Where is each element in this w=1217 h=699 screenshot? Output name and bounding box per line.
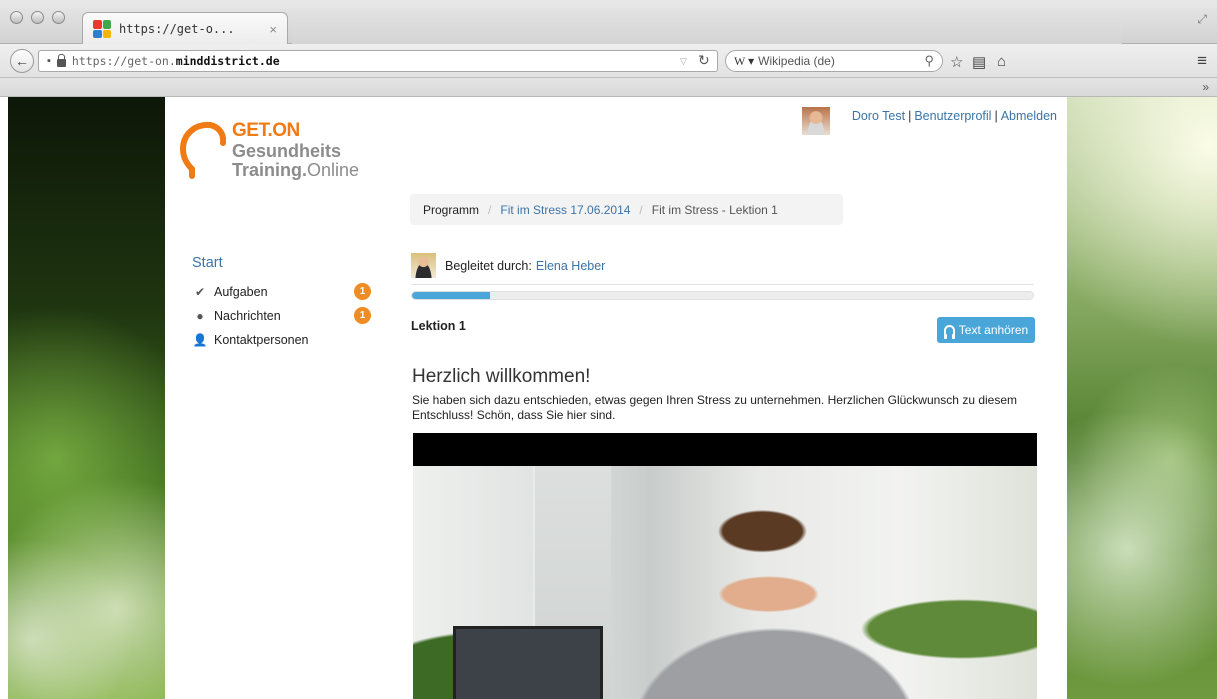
breadcrumb-item-lesson: Fit im Stress - Lektion 1 [651, 202, 778, 217]
chevron-right-icon[interactable]: » [1202, 80, 1209, 94]
guide-label: Begleitet durch: [445, 258, 532, 273]
sidenav-item-aufgaben[interactable]: ✔ Aufgaben 1 [192, 280, 377, 304]
back-button[interactable]: ← [10, 49, 34, 73]
tab-close-icon[interactable]: × [269, 22, 277, 37]
chat-icon: ● [196, 309, 204, 323]
guide-name-link[interactable]: Elena Heber [536, 259, 606, 273]
user-avatar[interactable] [801, 107, 830, 135]
bookmarks-toolbar [0, 78, 1217, 97]
video-frame-image [413, 466, 1037, 699]
minimize-window-button[interactable] [31, 11, 44, 24]
background-grass-left [8, 97, 165, 699]
get-on-logo[interactable]: GET.ON Gesundheits Training.Online [180, 115, 380, 185]
video-background-monitor [453, 626, 603, 699]
url-scheme: https://get-on. [71, 54, 176, 68]
check-icon: ✔ [194, 285, 206, 299]
url-domain: minddistrict.de [175, 54, 280, 68]
breadcrumb-separator: / [639, 202, 643, 217]
breadcrumb-item-programm[interactable]: Programm [423, 203, 479, 217]
fullscreen-icon[interactable]: ⤢ [1197, 12, 1207, 27]
profile-link[interactable]: Benutzerprofil [914, 109, 991, 123]
bookmarks-list-icon[interactable]: ▤ [972, 53, 986, 71]
arrow-left-icon: ← [15, 53, 29, 69]
progress-fill [412, 292, 490, 299]
search-engine-selector[interactable]: W ▾ [734, 54, 754, 69]
background-grass-right [1067, 97, 1217, 699]
listen-text-button[interactable]: Text anhören [937, 317, 1035, 343]
favicon-icon [93, 20, 111, 38]
lesson-progress-bar [411, 291, 1034, 300]
address-bar[interactable]: ▪ https://get-on. minddistrict.de [38, 50, 718, 72]
folder-icon: ▪ [47, 55, 51, 67]
browser-window: https://get-o... × ⤢ ← ▪ https://get-on.… [0, 0, 1217, 699]
url-dropdown-icon[interactable]: ▽ [680, 56, 687, 67]
user-name-link[interactable]: Doro Test [852, 109, 905, 123]
breadcrumb-separator: / [488, 202, 492, 217]
logo-text-gesundheits: Gesundheits [232, 141, 342, 161]
notification-badge: 1 [354, 283, 371, 300]
sidenav-item-kontaktpersonen[interactable]: 👤 Kontaktpersonen [192, 328, 377, 352]
reload-icon[interactable]: ↻ [698, 52, 710, 69]
navigation-toolbar: ← ▪ https://get-on. minddistrict.de ▽ ↻ W… [0, 44, 1217, 78]
tab-title: https://get-o... [119, 22, 235, 36]
logo-text-geton: GET.ON [232, 120, 300, 141]
breadcrumb-item-program-date[interactable]: Fit im Stress 17.06.2014 [500, 203, 630, 217]
divider [411, 284, 1034, 285]
sidenav-start-link[interactable]: Start [192, 255, 377, 271]
logo-text-training: Training.Online [232, 160, 360, 180]
welcome-text: Sie haben sich dazu entschieden, etwas g… [412, 393, 1018, 422]
menu-icon[interactable]: ≡ [1197, 51, 1207, 71]
tab-strip[interactable] [292, 20, 1122, 44]
user-separator: | [908, 109, 912, 123]
user-separator: | [994, 109, 998, 123]
page-content: GET.ON Gesundheits Training.Online Doro … [165, 97, 1067, 699]
lock-icon [56, 53, 66, 67]
user-menu: Doro Test | Benutzerprofil | Abmelden [801, 107, 1057, 135]
welcome-heading: Herzlich willkommen! [412, 366, 591, 387]
web-page: GET.ON Gesundheits Training.Online Doro … [8, 97, 1217, 699]
headphones-icon [943, 325, 955, 339]
person-icon: 👤 [192, 333, 208, 347]
logout-link[interactable]: Abmelden [1001, 109, 1057, 123]
head-logo-icon [180, 121, 226, 179]
video-player[interactable] [413, 433, 1037, 699]
search-bar[interactable]: W ▾ Wikipedia (de) ⚲ [725, 50, 943, 72]
sidenav-item-nachrichten[interactable]: ● Nachrichten 1 [192, 304, 377, 328]
search-input[interactable]: Wikipedia (de) [758, 54, 924, 68]
breadcrumb: Programm / Fit im Stress 17.06.2014 / Fi… [410, 194, 843, 225]
search-icon[interactable]: ⚲ [924, 53, 934, 69]
maximize-window-button[interactable] [52, 11, 65, 24]
title-bar: https://get-o... × ⤢ [0, 0, 1217, 45]
notification-badge: 1 [354, 307, 371, 324]
sidenav-item-label: Kontaktpersonen [214, 333, 309, 347]
guide-avatar [411, 253, 436, 278]
lesson-title: Lektion 1 [411, 319, 466, 333]
sidenav-item-label: Aufgaben [214, 285, 268, 299]
browser-tab[interactable]: https://get-o... × [82, 12, 288, 45]
guide-info: Begleitet durch: Elena Heber [411, 253, 605, 278]
listen-button-label: Text anhören [958, 323, 1029, 337]
bookmark-star-icon[interactable]: ☆ [950, 53, 963, 71]
sidenav-item-label: Nachrichten [214, 309, 281, 323]
close-window-button[interactable] [10, 11, 23, 24]
side-navigation: Start ✔ Aufgaben 1 ● Nachrichten 1 👤 Kon… [192, 255, 377, 352]
home-icon[interactable]: ⌂ [997, 53, 1006, 70]
